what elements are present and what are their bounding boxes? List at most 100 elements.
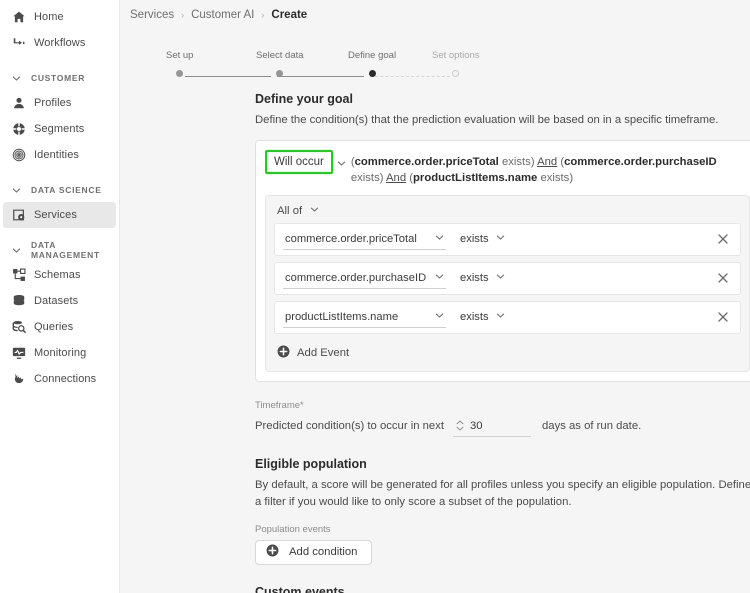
timeframe-prefix-text: Predicted condition(s) to occur in next	[255, 420, 444, 432]
remove-condition-button[interactable]	[712, 306, 734, 328]
condition-row: productListItems.name exists	[274, 301, 741, 334]
sidebar-item-label: Segments	[34, 123, 84, 135]
chevron-down-icon[interactable]	[333, 150, 351, 173]
timeframe-section: Timeframe* Predicted condition(s) to occ…	[255, 400, 750, 437]
sidebar-item-label: Datasets	[34, 295, 78, 307]
sidebar-item-identities[interactable]: Identities	[3, 142, 116, 168]
step-indicator: Set up Select data Define goal Set optio…	[144, 50, 454, 84]
step-define-goal[interactable]: Define goal	[348, 50, 396, 77]
monitoring-icon	[12, 346, 26, 360]
sidebar-item-connections[interactable]: Connections	[3, 366, 116, 392]
sidebar: Home Workflows CUSTOMER Profiles	[0, 0, 120, 593]
occurrence-select[interactable]: Will occur	[265, 150, 333, 174]
condition-field-select[interactable]: commerce.order.priceTotal	[283, 228, 446, 250]
timeframe-suffix-text: days as of run date.	[542, 420, 641, 432]
breadcrumb-separator-icon: ›	[181, 10, 184, 20]
add-condition-button[interactable]: Add condition	[255, 540, 372, 565]
add-condition-label: Add condition	[289, 546, 357, 558]
condition-operator-value: exists	[460, 272, 489, 284]
eligible-population-section: Eligible population By default, a score …	[255, 457, 750, 565]
sidebar-group-data-management[interactable]: DATA MANAGEMENT	[0, 238, 119, 262]
chevron-down-icon	[435, 272, 444, 284]
breadcrumb: Services › Customer AI › Create	[120, 0, 750, 30]
chevron-down-icon	[435, 233, 444, 245]
plus-circle-icon	[277, 345, 290, 361]
goal-description: Define the condition(s) that the predict…	[255, 112, 750, 129]
breadcrumb-item-services[interactable]: Services	[130, 9, 174, 21]
sidebar-item-datasets[interactable]: Datasets	[3, 288, 116, 314]
sidebar-group-label: DATA MANAGEMENT	[31, 240, 119, 260]
sidebar-group-data-science[interactable]: DATA SCIENCE	[0, 178, 119, 202]
profiles-icon	[12, 96, 26, 110]
step-set-up[interactable]: Set up	[166, 50, 193, 77]
condition-field-select[interactable]: productListItems.name	[283, 306, 446, 328]
main-content: Services › Customer AI › Create Set up S…	[120, 0, 750, 593]
chevron-down-icon	[310, 205, 319, 217]
connections-icon	[12, 372, 26, 386]
sidebar-item-queries[interactable]: Queries	[3, 314, 116, 340]
goal-summary-text: (commerce.order.priceTotal exists) And (…	[351, 150, 750, 187]
condition-operator-value: exists	[460, 311, 489, 323]
step-set-options[interactable]: Set options	[432, 50, 480, 77]
remove-condition-button[interactable]	[712, 267, 734, 289]
sidebar-item-label: Workflows	[34, 37, 85, 49]
sidebar-item-label: Identities	[34, 149, 79, 161]
step-label: Define goal	[348, 50, 396, 61]
timeframe-label: Timeframe*	[255, 400, 750, 411]
sidebar-item-profiles[interactable]: Profiles	[3, 90, 116, 116]
sidebar-item-services[interactable]: Services	[3, 202, 116, 228]
chevron-down-icon	[9, 186, 23, 195]
sidebar-item-schemas[interactable]: Schemas	[3, 262, 116, 288]
condition-operator-select[interactable]: exists	[460, 233, 505, 245]
content-area: Define your goal Define the condition(s)…	[120, 84, 750, 593]
sidebar-item-home[interactable]: Home	[3, 4, 116, 30]
condition-field-select[interactable]: commerce.order.purchaseID	[283, 267, 446, 289]
condition-row: commerce.order.priceTotal exists	[274, 223, 741, 256]
condition-group: All of commerce.order.priceTotal	[265, 195, 750, 372]
home-icon	[12, 10, 26, 24]
sidebar-item-monitoring[interactable]: Monitoring	[3, 340, 116, 366]
add-event-label: Add Event	[297, 347, 349, 359]
sidebar-item-label: Queries	[34, 321, 73, 333]
sidebar-group-label: CUSTOMER	[31, 73, 85, 83]
step-label: Select data	[256, 50, 304, 61]
sidebar-group-customer[interactable]: CUSTOMER	[0, 66, 119, 90]
condition-field-value: commerce.order.priceTotal	[285, 233, 417, 245]
step-dot	[176, 70, 183, 77]
breadcrumb-item-customer-ai[interactable]: Customer AI	[191, 9, 254, 21]
sidebar-item-label: Profiles	[34, 97, 71, 109]
goal-builder-card: Will occur (commerce.order.priceTotal ex…	[255, 140, 750, 382]
queries-icon	[12, 320, 26, 334]
condition-field-value: productListItems.name	[285, 311, 398, 323]
sidebar-item-workflows[interactable]: Workflows	[3, 30, 116, 56]
sidebar-item-segments[interactable]: Segments	[3, 116, 116, 142]
chevron-down-icon	[496, 233, 505, 245]
segments-icon	[12, 122, 26, 136]
schemas-icon	[12, 268, 26, 282]
population-events-label: Population events	[255, 524, 750, 535]
step-dot	[452, 70, 459, 77]
sidebar-item-label: Services	[34, 209, 77, 221]
step-label: Set up	[166, 50, 193, 61]
timeframe-days-input[interactable]: 30	[470, 420, 483, 432]
custom-events-title: Custom events	[255, 585, 750, 593]
step-select-data[interactable]: Select data	[256, 50, 304, 77]
remove-condition-button[interactable]	[712, 228, 734, 250]
timeframe-stepper[interactable]: 30	[453, 416, 531, 437]
sidebar-item-label: Home	[34, 11, 64, 23]
group-operator-label: All of	[277, 205, 302, 217]
plus-circle-icon	[266, 544, 279, 560]
condition-operator-value: exists	[460, 233, 489, 245]
add-event-button[interactable]: Add Event	[274, 340, 351, 363]
sidebar-group-label: DATA SCIENCE	[31, 185, 102, 195]
sidebar-item-label: Connections	[34, 373, 96, 385]
condition-field-value: commerce.order.purchaseID	[285, 272, 426, 284]
group-operator-select[interactable]: All of	[274, 203, 319, 223]
goal-summary-row: Will occur (commerce.order.priceTotal ex…	[265, 150, 750, 187]
step-dot	[276, 70, 283, 77]
custom-events-section: Custom events If the dataset you selecte…	[255, 585, 750, 593]
condition-operator-select[interactable]: exists	[460, 311, 505, 323]
condition-operator-select[interactable]: exists	[460, 272, 505, 284]
stepper-arrows-icon[interactable]	[456, 420, 464, 431]
datasets-icon	[12, 294, 26, 308]
